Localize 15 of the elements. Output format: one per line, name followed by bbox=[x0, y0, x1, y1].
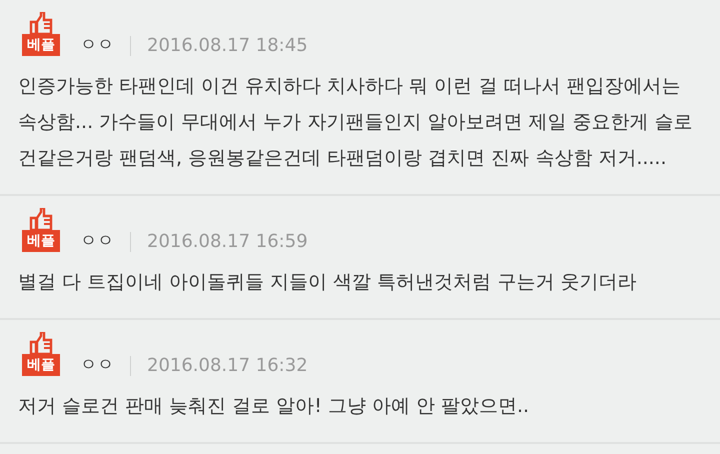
thumbs-up-icon bbox=[28, 12, 54, 34]
comment-text: 인증가능한 타팬인데 이건 유치하다 치사하다 뭐 이런 걸 떠나서 팬입장에서는 속상함... 가수들이 무대에서 누가 자기팬들인지 알아보려면 제일 중요한게 슬로건같은거랑 팬덤색, 응원봉같은건데 타팬덤이랑 겹치면 진짜 속상함 저거..... bbox=[18, 74, 694, 171]
comment-text: 별걸 다 트집이네 아이돌퀴들 지들이 색깔 특허낸것처럼 구는거 웃기더라 bbox=[18, 270, 638, 295]
comment-text: 저거 슬로건 판매 늦춰진 걸로 알아! 그냥 아예 안 팔았으면.. bbox=[18, 394, 530, 419]
best-comment-badge: 베플 bbox=[22, 230, 60, 252]
username[interactable]: ㅇㅇ bbox=[80, 33, 114, 56]
comment-date: 2016.08.17 18:45 bbox=[147, 35, 308, 56]
thumbs-up-icon bbox=[28, 332, 54, 354]
comment-date: 2016.08.17 16:59 bbox=[147, 231, 308, 252]
comment-date: 2016.08.17 16:32 bbox=[147, 355, 308, 376]
best-comment-badge: 베플 bbox=[22, 354, 60, 376]
best-comment-badge: 베플 bbox=[22, 34, 60, 56]
thumbs-up-icon bbox=[28, 208, 54, 230]
username[interactable]: ㅇㅇ bbox=[80, 353, 114, 376]
username[interactable]: ㅇㅇ bbox=[80, 229, 114, 252]
